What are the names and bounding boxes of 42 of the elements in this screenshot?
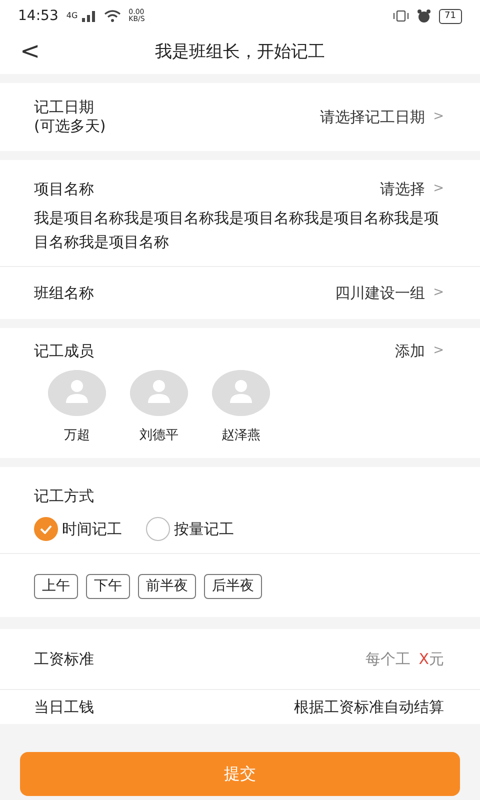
member-name: 赵泽燕 <box>222 427 260 445</box>
field-label: 项目名称 <box>34 178 94 200</box>
vibrate-icon <box>392 10 409 22</box>
chevron-icon: > <box>433 283 444 303</box>
shift-chip[interactable]: 下午 <box>86 574 130 599</box>
signal-icon <box>82 11 96 22</box>
team-picker[interactable]: 四川建设一组 > <box>335 282 444 304</box>
shift-chip[interactable]: 后半夜 <box>204 574 262 599</box>
radio-button[interactable] <box>146 517 170 541</box>
field-label: 记工成员 <box>34 340 94 362</box>
add-member-button[interactable]: 添加 > <box>395 340 444 362</box>
check-icon <box>40 524 52 534</box>
battery-level: 71 <box>438 8 462 24</box>
field-label: 班组名称 <box>34 282 94 304</box>
chevron-icon: > <box>433 107 444 127</box>
date-picker[interactable]: 请选择记工日期 > <box>320 106 444 128</box>
field-label: 记工日期 <box>34 98 95 117</box>
daily-pay-note: 根据工资标准自动结算 <box>294 696 444 718</box>
status-time: 14:53 <box>18 6 58 26</box>
wage-unit: 元 <box>429 648 444 670</box>
radio-button[interactable] <box>34 517 58 541</box>
chevron-icon: > <box>433 341 444 360</box>
project-description: 我是项目名称我是项目名称我是项目名称我是项目名称我是项目名称我是项目名称 <box>33 208 440 253</box>
field-label: 当日工钱 <box>34 696 94 718</box>
project-picker[interactable]: 请选择 > <box>380 178 444 200</box>
page-title: 我是班组长，开始记工 <box>155 41 325 64</box>
wifi-icon <box>104 10 121 22</box>
wage-prefix: 每个工 <box>366 648 411 670</box>
member-name: 刘德平 <box>140 427 178 445</box>
shift-chip[interactable]: 上午 <box>34 574 78 599</box>
network-type: 4G <box>66 10 78 22</box>
shift-chip[interactable]: 前半夜 <box>138 574 196 599</box>
chevron-icon: > <box>433 179 444 198</box>
member-name: 万超 <box>64 427 90 445</box>
field-label: 工资标准 <box>34 648 94 670</box>
field-label: 记工方式 <box>33 486 95 506</box>
back-button[interactable]: < <box>16 36 44 66</box>
alarm-icon <box>416 9 431 23</box>
radio-label: 时间记工 <box>62 518 122 540</box>
field-sublabel: (可选多天) <box>34 117 106 136</box>
radio-label: 按量记工 <box>174 518 234 540</box>
wage-amount: X <box>418 648 429 670</box>
